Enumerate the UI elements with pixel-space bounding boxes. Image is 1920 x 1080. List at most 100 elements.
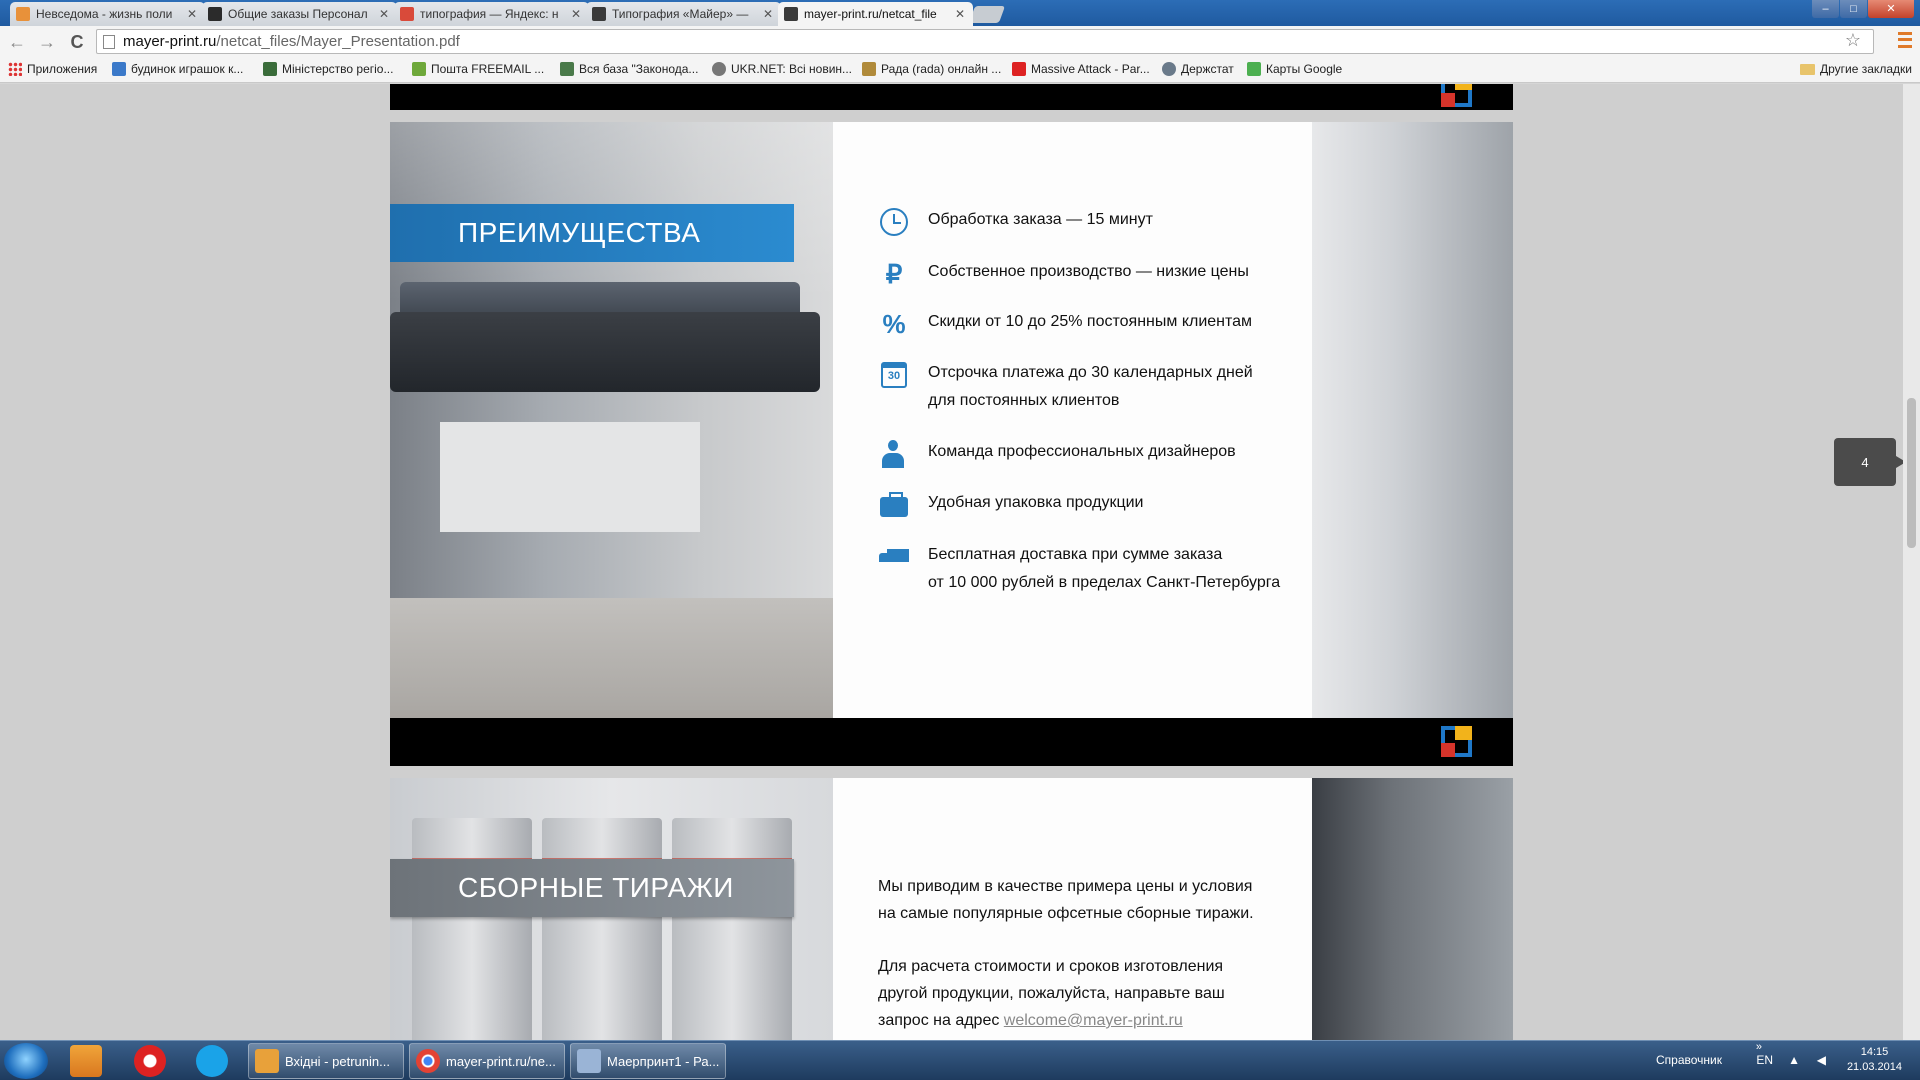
advantage-text: Обработка заказа — 15 минут [928,211,1153,228]
bookmark-item[interactable]: Міністерство регіо... [263,62,393,76]
window-controls: – □ ✕ [1811,0,1914,18]
address-bar[interactable]: mayer-print.ru /netcat_files/Mayer_Prese… [96,29,1874,54]
bookmark-label: Рада (rada) онлайн ... [881,62,1002,76]
clock-time: 14:15 [1860,1046,1889,1058]
tab-nevsedoma[interactable]: Невседома - жизнь поли ✕ [10,2,205,26]
clock-date: 21.03.2014 [1846,1061,1902,1073]
taskbar-chrome[interactable]: mayer-print.ru/ne... [409,1043,565,1079]
task-label: Вхідні - petrunin... [285,1053,390,1069]
list-item: % Скидки от 10 до 25% постоянным клиента… [878,308,1252,340]
tab-title: Невседома - жизнь поли [36,7,173,21]
bookmark-label: Карты Google [1266,62,1343,76]
close-tab-icon[interactable]: ✕ [377,7,391,21]
list-item: Бесплатная доставка при сумме заказа от … [878,541,1280,597]
bookmark-star-icon[interactable]: ☆ [1845,30,1861,51]
bookmark-label: Пошта FREEMAIL ... [431,62,545,76]
bookmark-label: Вся база "Законода... [579,62,699,76]
calendar-day: 30 [881,362,907,388]
outlook-icon [255,1049,279,1073]
maximize-button[interactable]: □ [1840,0,1867,18]
reload-button[interactable]: C [64,29,90,55]
advantage-line: Отсрочка платежа до 30 календарных дней [928,364,1253,381]
offset-press [672,818,792,1040]
clock-icon [878,206,910,238]
volume-icon[interactable]: ◀ [1817,1053,1826,1067]
page-number-indicator: 4 [1834,438,1906,486]
tab-strip: Невседома - жизнь поли ✕ Общие заказы Пе… [0,0,1920,26]
percent-icon: % [882,309,906,339]
other-bookmarks[interactable]: Другие закладки [1800,62,1912,76]
back-button[interactable]: ← [4,29,30,55]
coat-of-arms-icon [263,62,277,76]
bookmark-item[interactable]: Рада (rada) онлайн ... [862,62,1001,76]
bookmark-item[interactable]: Пошта FREEMAIL ... [412,62,544,76]
advantage-text: Команда профессиональных дизайнеров [928,443,1236,460]
tab-pdf-active[interactable]: mayer-print.ru/netcat_file ✕ [778,2,973,26]
google-favicon-icon [112,62,126,76]
bookmark-item[interactable]: Massive Attack - Par... [1012,62,1150,76]
slide-heading: ПРЕИМУЩЕСТВА [390,204,794,262]
briefcase-icon [878,489,910,521]
show-hidden-icons-icon[interactable]: ▲ [1788,1053,1800,1067]
advantage-text: Скидки от 10 до 25% постоянным клиентам [928,313,1253,330]
office-photo [1312,122,1513,718]
paragraph-line: Для расчета стоимости и сроков изготовле… [878,958,1224,975]
tab-title: типография — Яндекс: н [420,7,559,21]
slide-heading: СБОРНЫЕ ТИРАЖИ [390,859,794,917]
tab-title: mayer-print.ru/netcat_file [804,7,937,21]
language-indicator[interactable]: EN [1756,1053,1773,1067]
close-tab-icon[interactable]: ✕ [185,7,199,21]
trident-icon [862,62,876,76]
windows-taskbar: Вхідні - petrunin... mayer-print.ru/ne..… [0,1040,1920,1080]
ukrnet-favicon-icon [712,62,726,76]
taskbar-paint[interactable]: Маерпринт1 - Ра... [570,1043,726,1079]
list-item: Обработка заказа — 15 минут [878,206,1153,238]
close-tab-icon[interactable]: ✕ [569,7,583,21]
taskbar-outlook[interactable]: Вхідні - petrunin... [248,1043,404,1079]
skype-icon[interactable] [196,1045,228,1077]
bookmark-item[interactable]: UKR.NET: Всі новин... [712,62,852,76]
email-link[interactable]: welcome@mayer-print.ru [1004,1012,1183,1029]
printer-body [390,312,820,392]
url-host: mayer-print.ru [123,33,217,50]
close-tab-icon[interactable]: ✕ [953,7,967,21]
freemail-favicon-icon [412,62,426,76]
media-player-icon[interactable] [70,1045,102,1077]
advantage-text: Собственное производство — низкие цены [928,263,1249,280]
close-tab-icon[interactable]: ✕ [761,7,775,21]
paragraph-line: на самые популярные офсетные сборные тир… [878,905,1254,922]
scrollbar-thumb[interactable] [1907,398,1916,548]
bookmark-item[interactable]: Карты Google [1247,62,1342,76]
advantage-text: Бесплатная доставка при сумме заказа от … [928,541,1280,597]
page-icon [103,34,115,49]
bookmark-label: Приложения [27,62,98,76]
tab-title: Типография «Майер» — [612,7,749,21]
system-clock[interactable]: 14:15 21.03.2014 [1847,1045,1902,1075]
bookmark-apps[interactable]: Приложения [8,62,97,76]
bookmarks-bar: Приложения будинок играшок к... Міністер… [0,58,1920,83]
expand-toolbar-icon[interactable]: » [1756,1041,1762,1053]
bookmark-item[interactable]: Вся база "Законода... [560,62,698,76]
list-item: Команда профессиональных дизайнеров [878,438,1236,470]
gear-icon [1162,62,1176,76]
site-favicon-icon [784,7,798,21]
tab-mayer[interactable]: Типография «Майер» — ✕ [586,2,781,26]
forward-button[interactable]: → [34,29,60,55]
pdf-viewer[interactable]: ПРЕИМУЩЕСТВА Обработка заказа — 15 минут… [0,84,1920,1040]
minimize-button[interactable]: – [1812,0,1839,18]
tab-orders[interactable]: Общие заказы Персонал ✕ [202,2,397,26]
close-window-button[interactable]: ✕ [1868,0,1914,18]
start-button[interactable] [4,1043,48,1079]
bookmark-item[interactable]: будинок играшок к... [112,62,243,76]
bookmark-item[interactable]: Держстат [1162,62,1234,76]
vertical-scrollbar[interactable] [1903,84,1920,1040]
press-photo-right [1312,778,1513,1040]
task-label: Маерпринт1 - Ра... [607,1053,720,1069]
opera-icon[interactable] [134,1045,166,1077]
tab-yandex[interactable]: типография — Яндекс: н ✕ [394,2,589,26]
new-tab-button[interactable] [968,6,1006,23]
toolbar-label[interactable]: Справочник [1656,1053,1722,1067]
browser-menu-icon[interactable] [1898,32,1912,48]
mayer-logo-icon [1441,84,1472,107]
list-item: ₽ Собственное производство — низкие цены [878,258,1249,290]
